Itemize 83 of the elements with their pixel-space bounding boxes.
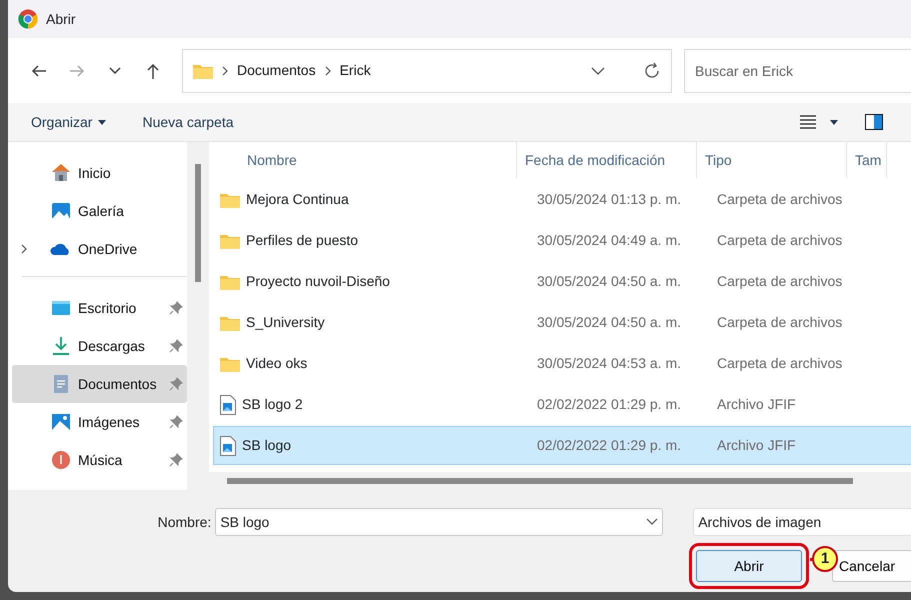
folder-icon (220, 314, 240, 330)
file-name: Video oks (246, 354, 308, 373)
sidebar-item[interactable]: Música (12, 441, 187, 479)
file-type: Carpeta de archivos (717, 231, 842, 250)
expand-icon (20, 244, 28, 254)
file-name: Perfiles de puesto (246, 231, 358, 250)
file-date: 30/05/2024 01:13 p. m. (537, 190, 682, 209)
music-icon (50, 449, 72, 471)
file-type-dropdown[interactable]: Archivos de imagen (693, 508, 911, 536)
file-type: Carpeta de archivos (717, 272, 842, 291)
folder-icon (193, 62, 213, 78)
column-header[interactable]: Nombre (209, 142, 517, 178)
sidebar-item[interactable]: Galería (12, 192, 187, 230)
file-name: SB logo (242, 436, 292, 455)
address-bar[interactable]: Documentos Erick (182, 48, 672, 92)
file-type: Carpeta de archivos (717, 354, 842, 373)
column-header[interactable]: Tipo (697, 142, 847, 178)
name-label: Nombre: (156, 512, 212, 532)
pin-icon (169, 453, 183, 467)
column-header[interactable]: Fecha de modificación (517, 142, 697, 178)
home-icon (50, 162, 72, 184)
image-icon (50, 411, 72, 433)
file-type: Archivo JFIF (717, 395, 796, 414)
caret-icon (830, 120, 838, 124)
search-field[interactable]: Buscar en Erick (684, 48, 911, 92)
refresh-icon[interactable] (643, 62, 661, 80)
dropdown-icon (646, 518, 658, 526)
folder-icon (220, 274, 240, 290)
download-icon (50, 335, 72, 357)
pin-icon (169, 377, 183, 391)
column-header[interactable]: Tam (847, 142, 887, 178)
file-name: SB logo 2 (242, 395, 303, 414)
caret-icon (98, 120, 106, 124)
sidebar-item[interactable]: Imágenes (12, 403, 187, 441)
file-row[interactable]: Perfiles de puesto 30/05/2024 04:49 a. m. Carpeta de archivos (213, 221, 911, 260)
file-name-field[interactable]: SB logo (215, 508, 664, 536)
file-name: S_University (246, 313, 325, 332)
file-date: 30/05/2024 04:49 a. m. (537, 231, 682, 250)
window-title: Abrir (46, 10, 76, 28)
gallery-icon (50, 200, 72, 222)
sidebar-item[interactable]: Documentos (12, 365, 187, 403)
file-row[interactable]: S_University 30/05/2024 04:50 a. m. Carpeta de archivos (213, 303, 911, 342)
image-file-icon (220, 436, 236, 456)
preview-pane-icon[interactable] (864, 114, 883, 130)
file-name: Mejora Continua (246, 190, 349, 209)
new-folder-button[interactable]: Nueva carpeta (133, 108, 243, 136)
file-row[interactable]: SB logo 2 02/02/2022 01:29 p. m. Archivo JFIF (213, 385, 911, 424)
breadcrumb-item[interactable]: Documentos (237, 60, 316, 81)
cancel-button[interactable]: Cancelar (832, 550, 911, 582)
image-file-icon (220, 394, 236, 414)
pin-icon (169, 301, 183, 315)
folder-icon (220, 232, 240, 248)
sidebar-item[interactable]: Escritorio (12, 289, 187, 327)
pin-icon (169, 415, 183, 429)
chevron-icon (221, 66, 229, 76)
recent-icon (109, 67, 121, 74)
browser-icon (18, 9, 38, 29)
folder-icon (220, 192, 240, 208)
file-date: 30/05/2024 04:50 a. m. (537, 272, 682, 291)
sidebar-item[interactable]: Inicio (12, 154, 187, 192)
pin-icon (169, 339, 183, 353)
folder-icon (220, 356, 240, 372)
file-type: Carpeta de archivos (717, 190, 842, 209)
file-date: 30/05/2024 04:53 a. m. (537, 354, 682, 373)
breadcrumb-item[interactable]: Erick (340, 60, 371, 81)
chevron-icon (324, 66, 332, 76)
file-type: Archivo JFIF (717, 436, 796, 455)
list-view-icon (800, 115, 816, 129)
scrollbar-thumb[interactable] (195, 164, 201, 282)
file-type: Carpeta de archivos (717, 313, 842, 332)
file-name: Proyecto nuvoil-Diseño (246, 272, 390, 291)
sidebar-item[interactable]: OneDrive (12, 230, 187, 268)
file-date: 02/02/2022 01:29 p. m. (537, 436, 682, 455)
scrollbar-thumb[interactable] (227, 478, 853, 484)
dropdown-icon[interactable] (591, 66, 605, 76)
file-row[interactable]: SB logo 02/02/2022 01:29 p. m. Archivo JFIF (213, 426, 911, 465)
file-row[interactable]: Video oks 30/05/2024 04:53 a. m. Carpeta de archivos (213, 344, 911, 383)
file-date: 30/05/2024 04:50 a. m. (537, 313, 682, 332)
file-row[interactable]: Mejora Continua 30/05/2024 01:13 p. m. Carpeta de archivos (213, 180, 911, 219)
file-date: 02/02/2022 01:29 p. m. (537, 395, 682, 414)
file-row[interactable]: Proyecto nuvoil-Diseño 30/05/2024 04:50 a. m. Carpeta de archivos (213, 262, 911, 301)
sidebar-item[interactable]: Descargas (12, 327, 187, 365)
organize-button[interactable]: Organizar (22, 108, 116, 136)
